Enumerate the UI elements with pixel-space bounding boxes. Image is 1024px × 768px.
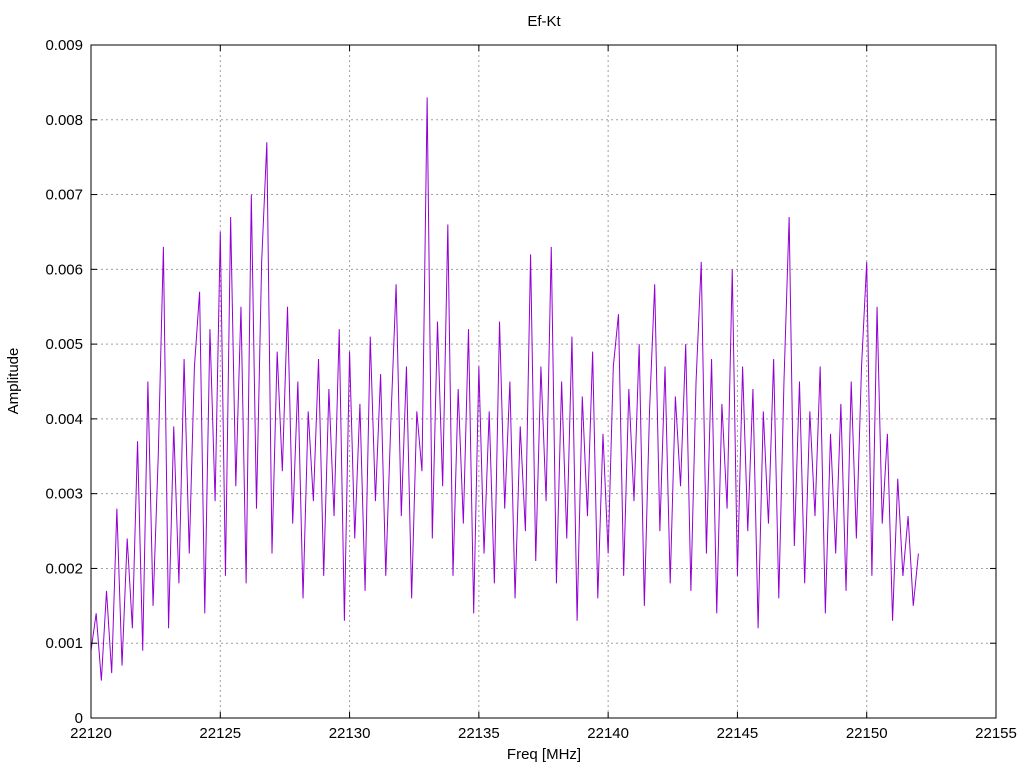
y-tick-label: 0.002	[45, 560, 83, 577]
series-line	[90, 97, 919, 681]
x-tick-label: 22140	[587, 725, 629, 742]
grid	[91, 45, 996, 718]
x-tick-label: 22145	[717, 725, 759, 742]
data-series	[90, 97, 919, 681]
x-tick-label: 22130	[329, 725, 371, 742]
y-tick-label: 0.009	[45, 37, 83, 54]
y-tick-label: 0.004	[45, 411, 83, 428]
y-axis-label: Amplitude	[5, 348, 22, 415]
spectrum-chart: Ef-Kt Freq [MHz] Amplitude 22120 22125 221…	[5, 13, 1017, 763]
y-tick-label: 0.001	[45, 635, 83, 652]
y-tick-label: 0.007	[45, 187, 83, 204]
x-tick-label: 22135	[458, 725, 500, 742]
x-tick-label: 22120	[70, 725, 112, 742]
y-tick-label: 0.005	[45, 336, 83, 353]
x-tick-label: 22125	[199, 725, 241, 742]
x-axis-label: Freq [MHz]	[507, 746, 581, 763]
plot-frame	[90, 44, 997, 719]
axis-ticks: 22120 22125 22130 22135 22140 22145 22150 22155…	[45, 37, 1016, 742]
y-tick-label: 0	[75, 710, 83, 727]
y-tick-label: 0.003	[45, 486, 83, 503]
y-tick-label: 0.006	[45, 261, 83, 278]
x-tick-label: 22155	[975, 725, 1017, 742]
x-tick-label: 22150	[846, 725, 888, 742]
chart-title: Ef-Kt	[527, 13, 561, 30]
y-tick-label: 0.008	[45, 112, 83, 129]
